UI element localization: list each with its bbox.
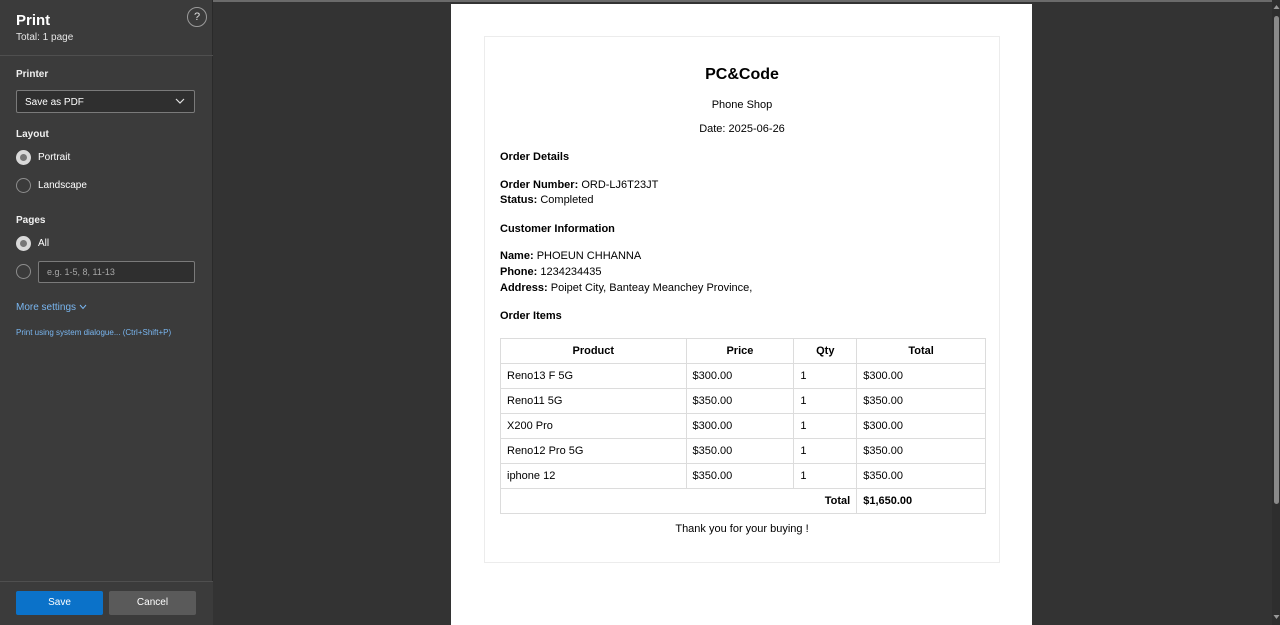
pages-all-option[interactable]: All xyxy=(16,236,196,252)
qty-cell: 1 xyxy=(793,363,858,389)
order-number-label: Order Number: xyxy=(500,179,579,191)
pages-all-label: All xyxy=(38,238,50,249)
printer-label: Printer xyxy=(16,69,49,80)
order-number-line: Order Number: ORD-LJ6T23JT xyxy=(500,179,658,191)
landscape-label: Landscape xyxy=(38,180,87,191)
phone-value: 1234234435 xyxy=(540,266,602,278)
grand-total-label: Total xyxy=(499,488,858,514)
chevron-down-icon xyxy=(79,304,87,310)
layout-label: Layout xyxy=(16,129,49,140)
system-dialogue-link[interactable]: Print using system dialogue... (Ctrl+Shi… xyxy=(16,328,171,337)
layout-landscape-option[interactable]: Landscape xyxy=(16,178,196,194)
table-header-row: Product Price Qty Total xyxy=(500,338,986,364)
dialog-title: Print xyxy=(16,12,51,29)
total-cell: $350.00 xyxy=(856,438,986,464)
product-cell: iphone 12 xyxy=(500,463,687,489)
radio-unchecked-icon[interactable] xyxy=(16,264,31,279)
address-label: Address: xyxy=(500,282,548,294)
total-cell: $300.00 xyxy=(856,363,986,389)
scroll-up-arrow-icon[interactable] xyxy=(1273,4,1280,10)
column-header-price: Price xyxy=(685,338,795,364)
more-settings-label: More settings xyxy=(16,302,77,313)
table-row: iphone 12 $350.00 1 $350.00 xyxy=(500,463,986,489)
name-value: PHOEUN CHHANNA xyxy=(536,250,642,262)
printer-select[interactable]: Save as PDF xyxy=(16,90,195,113)
table-row: Reno13 F 5G $300.00 1 $300.00 xyxy=(500,363,986,389)
scrollbar-thumb[interactable] xyxy=(1274,16,1279,504)
name-label: Name: xyxy=(500,250,534,262)
total-cell: $300.00 xyxy=(856,413,986,439)
column-header-qty: Qty xyxy=(793,338,858,364)
table-row: Reno11 5G $350.00 1 $350.00 xyxy=(500,388,986,414)
page-count: Total: 1 page xyxy=(16,32,74,43)
page-range-input[interactable] xyxy=(38,261,195,283)
shop-name: PC&Code xyxy=(705,66,779,83)
layout-portrait-option[interactable]: Portrait xyxy=(16,150,196,166)
price-cell: $350.00 xyxy=(685,463,795,489)
cancel-button[interactable]: Cancel xyxy=(109,591,196,615)
status-value: Completed xyxy=(540,194,594,206)
status-line: Status: Completed xyxy=(500,194,594,206)
print-settings-panel: Print Total: 1 page ? Printer Save as PD… xyxy=(0,0,213,625)
grand-total-value: $1,650.00 xyxy=(856,488,986,514)
save-button[interactable]: Save xyxy=(16,591,103,615)
radio-checked-icon[interactable] xyxy=(16,236,31,251)
dialog-footer: Save Cancel xyxy=(0,581,213,625)
radio-checked-icon[interactable] xyxy=(16,150,31,165)
shop-subtitle: Phone Shop xyxy=(711,99,773,111)
chevron-down-icon xyxy=(175,98,185,104)
column-header-product: Product xyxy=(500,338,687,364)
total-cell: $350.00 xyxy=(856,388,986,414)
price-cell: $300.00 xyxy=(685,363,795,389)
header-divider xyxy=(0,55,213,56)
more-settings-link[interactable]: More settings xyxy=(16,302,87,313)
pages-label: Pages xyxy=(16,215,46,226)
table-total-row: Total $1,650.00 xyxy=(499,488,986,514)
product-cell: X200 Pro xyxy=(500,413,687,439)
order-items-table: Product Price Qty Total Reno13 F 5G $300… xyxy=(499,338,986,514)
order-items-heading: Order Items xyxy=(500,310,562,322)
qty-cell: 1 xyxy=(793,463,858,489)
column-header-total: Total xyxy=(856,338,986,364)
table-row: Reno12 Pro 5G $350.00 1 $350.00 xyxy=(500,438,986,464)
price-cell: $350.00 xyxy=(685,438,795,464)
scroll-down-arrow-icon[interactable] xyxy=(1273,614,1280,620)
portrait-label: Portrait xyxy=(38,152,71,163)
customer-address-line: Address: Poipet City, Banteay Meanchey P… xyxy=(500,282,752,294)
order-number-value: ORD-LJ6T23JT xyxy=(581,179,659,191)
price-cell: $350.00 xyxy=(685,388,795,414)
receipt: PC&Code Phone Shop Date: 2025-06-26 Orde… xyxy=(484,36,1000,563)
thank-you-message: Thank you for your buying ! xyxy=(675,523,809,535)
radio-unchecked-icon[interactable] xyxy=(16,178,31,193)
product-cell: Reno13 F 5G xyxy=(500,363,687,389)
status-label: Status: xyxy=(500,194,538,206)
receipt-date: Date: 2025-06-26 xyxy=(699,123,785,135)
help-icon[interactable]: ? xyxy=(187,7,207,27)
printer-value: Save as PDF xyxy=(25,97,84,108)
product-cell: Reno11 5G xyxy=(500,388,687,414)
qty-cell: 1 xyxy=(793,438,858,464)
address-value: Poipet City, Banteay Meanchey Province, xyxy=(550,282,753,294)
order-details-heading: Order Details xyxy=(500,151,570,163)
table-row: X200 Pro $300.00 1 $300.00 xyxy=(500,413,986,439)
phone-label: Phone: xyxy=(500,266,538,278)
customer-phone-line: Phone: 1234234435 xyxy=(500,266,602,278)
qty-cell: 1 xyxy=(793,413,858,439)
price-cell: $300.00 xyxy=(685,413,795,439)
customer-name-line: Name: PHOEUN CHHANNA xyxy=(500,250,641,262)
product-cell: Reno12 Pro 5G xyxy=(500,438,687,464)
print-preview-page: PC&Code Phone Shop Date: 2025-06-26 Orde… xyxy=(451,4,1032,625)
total-cell: $350.00 xyxy=(856,463,986,489)
customer-info-heading: Customer Information xyxy=(500,223,615,235)
qty-cell: 1 xyxy=(793,388,858,414)
